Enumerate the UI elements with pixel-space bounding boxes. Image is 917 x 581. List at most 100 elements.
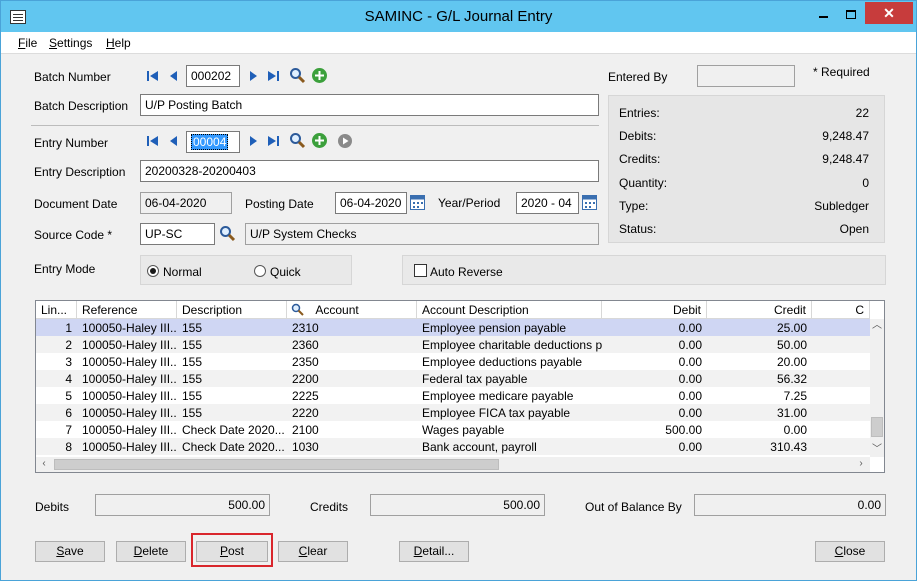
cell-debit[interactable]: 0.00	[602, 319, 707, 336]
table-row[interactable]: 2 100050-Haley III... 155 2360 Employee char…	[36, 336, 870, 353]
maximize-button[interactable]	[837, 2, 865, 24]
mode-normal-label[interactable]: Normal	[163, 265, 202, 279]
cell-account-description[interactable]: Employee medicare payable	[417, 387, 602, 404]
cell-account[interactable]: 2350	[287, 353, 417, 370]
cell-reference[interactable]: 100050-Haley III...	[77, 336, 177, 353]
cell-description[interactable]: 155	[177, 353, 287, 370]
journal-detail-grid[interactable]: Lin... Reference Description Account Acc…	[35, 300, 885, 473]
first-batch-icon[interactable]	[146, 69, 160, 83]
cell-account-description[interactable]: Bank account, payroll	[417, 438, 602, 455]
cell-description[interactable]: 155	[177, 319, 287, 336]
detail-button[interactable]: Detail...	[399, 541, 469, 562]
cell-credit[interactable]: 25.00	[707, 319, 812, 336]
next-entry-icon[interactable]	[246, 134, 260, 148]
posting-date-input[interactable]: 06-04-2020	[335, 192, 407, 214]
source-code-search-icon[interactable]	[219, 225, 236, 242]
auto-reverse-checkbox[interactable]	[414, 264, 427, 277]
add-batch-icon[interactable]	[311, 67, 328, 84]
table-row[interactable]: 8 100050-Haley III... Check Date 2020... 10…	[36, 438, 870, 455]
minimize-button[interactable]	[809, 2, 837, 24]
cell-debit[interactable]: 500.00	[602, 421, 707, 438]
cell-account[interactable]: 1030	[287, 438, 417, 455]
cell-account-description[interactable]: Employee deductions payable	[417, 353, 602, 370]
last-batch-icon[interactable]	[266, 69, 280, 83]
title-bar[interactable]: SAMINC - G/L Journal Entry ✕	[1, 1, 916, 32]
table-row[interactable]: 5 100050-Haley III... 155 2225 Employee medi…	[36, 387, 870, 404]
entry-number-input[interactable]: 00004	[186, 131, 240, 153]
table-row[interactable]: 4 100050-Haley III... 155 2200 Federal tax p…	[36, 370, 870, 387]
cell-reference[interactable]: 100050-Haley III...	[77, 319, 177, 336]
menu-settings[interactable]: Settings	[49, 36, 92, 50]
source-code-input[interactable]: UP-SC	[140, 223, 215, 245]
entry-options-icon[interactable]	[337, 133, 353, 149]
cell-account[interactable]: 2200	[287, 370, 417, 387]
add-entry-icon[interactable]	[311, 132, 328, 149]
cell-account[interactable]: 2220	[287, 404, 417, 421]
cell-description[interactable]: 155	[177, 336, 287, 353]
cell-account[interactable]: 2100	[287, 421, 417, 438]
cell-reference[interactable]: 100050-Haley III...	[77, 404, 177, 421]
scroll-left-icon[interactable]: ‹	[37, 457, 51, 471]
cell-credit[interactable]: 7.25	[707, 387, 812, 404]
cell-credit[interactable]: 0.00	[707, 421, 812, 438]
cell-description[interactable]: 155	[177, 370, 287, 387]
cell-account[interactable]: 2310	[287, 319, 417, 336]
batch-number-input[interactable]: 000202	[186, 65, 240, 87]
scroll-down-icon[interactable]: ﹀	[870, 443, 884, 457]
cell-account-description[interactable]: Wages payable	[417, 421, 602, 438]
clear-button[interactable]: Clear	[278, 541, 348, 562]
batch-search-icon[interactable]	[289, 67, 306, 84]
column-header-account-description[interactable]: Account Description	[417, 301, 602, 319]
year-period-input[interactable]: 2020 - 04	[516, 192, 579, 214]
delete-button[interactable]: Delete	[116, 541, 186, 562]
scroll-up-icon[interactable]: ︿	[870, 319, 884, 333]
batch-description-input[interactable]: U/P Posting Batch	[140, 94, 599, 116]
cell-credit[interactable]: 20.00	[707, 353, 812, 370]
close-button[interactable]: Close	[815, 541, 885, 562]
cell-debit[interactable]: 0.00	[602, 336, 707, 353]
vertical-scroll-thumb[interactable]	[871, 417, 883, 437]
previous-batch-icon[interactable]	[167, 69, 181, 83]
last-entry-icon[interactable]	[266, 134, 280, 148]
cell-reference[interactable]: 100050-Haley III...	[77, 353, 177, 370]
cell-line[interactable]: 1	[36, 319, 77, 336]
cell-credit[interactable]: 31.00	[707, 404, 812, 421]
column-header-line[interactable]: Lin...	[36, 301, 77, 319]
cell-reference[interactable]: 100050-Haley III...	[77, 421, 177, 438]
cell-account-description[interactable]: Federal tax payable	[417, 370, 602, 387]
posting-date-calendar-icon[interactable]	[410, 194, 425, 210]
auto-reverse-label[interactable]: Auto Reverse	[430, 265, 503, 279]
column-header-description[interactable]: Description	[177, 301, 287, 319]
save-button[interactable]: Save	[35, 541, 105, 562]
scroll-right-icon[interactable]: ›	[854, 457, 868, 471]
horizontal-scroll-thumb[interactable]	[54, 459, 499, 470]
cell-description[interactable]: 155	[177, 387, 287, 404]
post-button[interactable]: Post	[196, 541, 268, 562]
table-row[interactable]: 3 100050-Haley III... 155 2350 Employee dedu…	[36, 353, 870, 370]
cell-reference[interactable]: 100050-Haley III...	[77, 438, 177, 455]
table-row[interactable]: 6 100050-Haley III... 155 2220 Employee FICA…	[36, 404, 870, 421]
year-period-calendar-icon[interactable]	[582, 194, 597, 210]
table-row[interactable]: 1 100050-Haley III... 155 2310 Employee pens…	[36, 319, 870, 336]
horizontal-scrollbar[interactable]: ‹ ›	[36, 457, 870, 472]
cell-debit[interactable]: 0.00	[602, 387, 707, 404]
cell-debit[interactable]: 0.00	[602, 353, 707, 370]
entry-search-icon[interactable]	[289, 132, 306, 149]
cell-line[interactable]: 2	[36, 336, 77, 353]
cell-account-description[interactable]: Employee charitable deductions p...	[417, 336, 602, 353]
first-entry-icon[interactable]	[146, 134, 160, 148]
cell-line[interactable]: 7	[36, 421, 77, 438]
column-header-debit[interactable]: Debit	[602, 301, 707, 319]
previous-entry-icon[interactable]	[167, 134, 181, 148]
cell-line[interactable]: 4	[36, 370, 77, 387]
vertical-scrollbar[interactable]: ︿ ﹀	[870, 319, 884, 457]
mode-quick-radio[interactable]	[254, 265, 266, 277]
mode-quick-label[interactable]: Quick	[270, 265, 301, 279]
entry-description-input[interactable]: 20200328-20200403	[140, 160, 599, 182]
column-header-account[interactable]: Account	[287, 301, 417, 319]
table-row[interactable]: 7 100050-Haley III... Check Date 2020... 21…	[36, 421, 870, 438]
cell-credit[interactable]: 310.43	[707, 438, 812, 455]
cell-description[interactable]: 155	[177, 404, 287, 421]
column-header-more[interactable]: C	[812, 301, 870, 319]
column-header-reference[interactable]: Reference	[77, 301, 177, 319]
